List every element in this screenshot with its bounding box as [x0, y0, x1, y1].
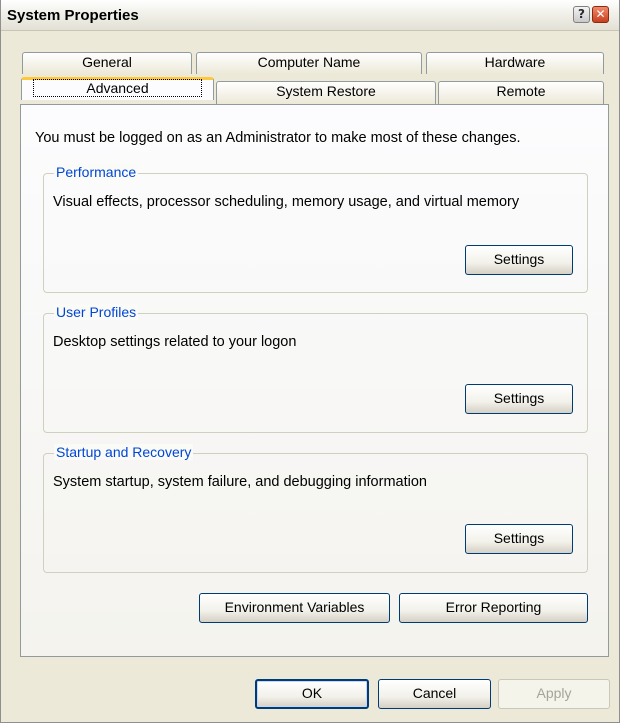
tab-system-restore-label: System Restore: [276, 83, 376, 99]
tab-computer-name-label: Computer Name: [257, 54, 361, 70]
tab-advanced-label: Advanced: [33, 79, 202, 97]
system-properties-window: System Properties ? ✕ General Computer N…: [0, 0, 620, 723]
performance-settings-label: Settings: [493, 251, 545, 267]
tab-remote[interactable]: Remote: [438, 81, 604, 104]
tab-general-label: General: [82, 54, 132, 70]
user-profiles-description: Desktop settings related to your logon: [53, 334, 297, 350]
tab-hardware[interactable]: Hardware: [426, 52, 604, 74]
user-profiles-settings-button[interactable]: Settings: [465, 384, 573, 414]
tab-computer-name[interactable]: Computer Name: [196, 52, 422, 74]
title-bar[interactable]: System Properties ? ✕: [1, 0, 619, 31]
help-icon[interactable]: ?: [573, 6, 590, 23]
cancel-button[interactable]: Cancel: [378, 679, 491, 709]
performance-description: Visual effects, processor scheduling, me…: [53, 194, 520, 210]
tab-remote-label: Remote: [496, 83, 546, 99]
ok-label: OK: [301, 685, 323, 701]
performance-group-title: Performance: [54, 164, 139, 180]
startup-recovery-group: Startup and Recovery System startup, sys…: [43, 444, 588, 573]
cancel-label: Cancel: [412, 685, 457, 701]
apply-label: Apply: [536, 685, 572, 701]
tab-advanced[interactable]: Advanced: [21, 77, 214, 100]
tab-general[interactable]: General: [22, 52, 192, 74]
startup-recovery-description: System startup, system failure, and debu…: [53, 474, 427, 490]
user-profiles-settings-label: Settings: [493, 390, 545, 406]
performance-group: Performance Visual effects, processor sc…: [43, 164, 588, 293]
environment-variables-button[interactable]: Environment Variables: [199, 593, 390, 623]
ok-button[interactable]: OK: [255, 679, 369, 709]
apply-button[interactable]: Apply: [498, 679, 610, 709]
user-profiles-group: User Profiles Desktop settings related t…: [43, 304, 588, 433]
performance-settings-button[interactable]: Settings: [465, 245, 573, 275]
startup-recovery-settings-label: Settings: [493, 530, 545, 546]
tab-hardware-label: Hardware: [484, 54, 546, 70]
startup-recovery-settings-button[interactable]: Settings: [465, 524, 573, 554]
window-title: System Properties: [7, 7, 139, 24]
tab-system-restore[interactable]: System Restore: [216, 81, 436, 104]
environment-variables-label: Environment Variables: [224, 599, 365, 615]
user-profiles-group-title: User Profiles: [54, 304, 139, 320]
error-reporting-label: Error Reporting: [445, 599, 542, 615]
startup-recovery-group-title: Startup and Recovery: [54, 444, 194, 460]
error-reporting-button[interactable]: Error Reporting: [399, 593, 588, 623]
admin-notice: You must be logged on as an Administrato…: [35, 130, 521, 146]
close-icon[interactable]: ✕: [592, 6, 609, 23]
